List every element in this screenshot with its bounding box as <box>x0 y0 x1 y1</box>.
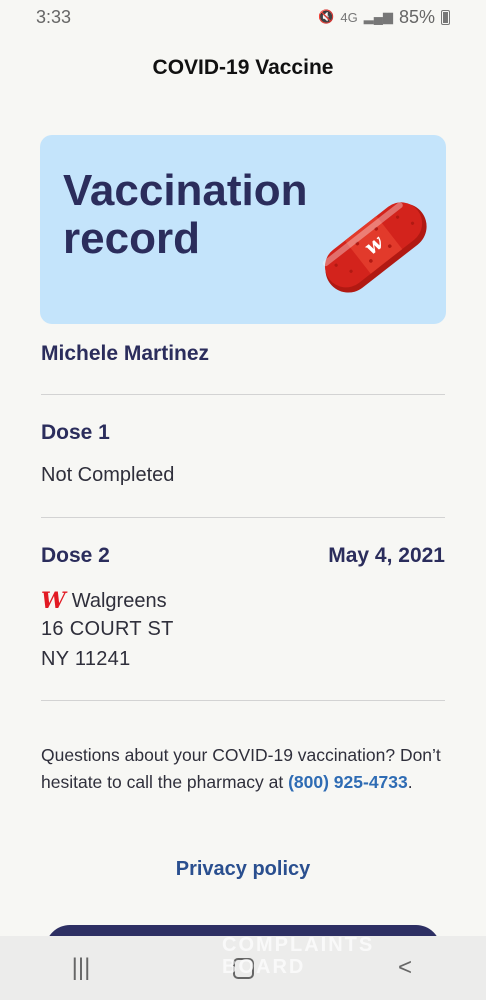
network-label: 4G <box>340 9 358 25</box>
battery-percent: 85% <box>398 6 435 27</box>
pharmacy-name: Walgreens <box>71 589 167 612</box>
signal-icon: ▂▄▆ <box>363 9 393 24</box>
bandage-icon: w <box>322 202 427 293</box>
recent-apps-button[interactable]: ||| <box>51 954 111 982</box>
address-line-2: NY 11241 <box>41 648 131 670</box>
dose-2-label: Dose 2 <box>41 544 110 567</box>
status-bar: 3:33 🔇 4G ▂▄▆ 85% <box>0 0 486 34</box>
watermark-line-1: COMPLAINTS <box>222 934 375 956</box>
patient-name: Michele Martinez <box>41 342 210 365</box>
questions-period: . <box>407 772 413 792</box>
status-icons: 🔇 4G ▂▄▆ 85% <box>318 7 450 28</box>
vaccination-record-banner: Vaccination record w <box>40 135 446 324</box>
divider <box>41 700 445 701</box>
dose-1-status: Not Completed <box>41 464 175 486</box>
watermark-line-2: BOARD <box>222 956 306 978</box>
banner-title: Vaccination record <box>63 167 343 263</box>
pharmacy-phone-link[interactable]: (800) 925-4733 <box>288 772 408 792</box>
divider <box>41 394 445 395</box>
privacy-policy-link[interactable]: Privacy policy <box>0 858 486 881</box>
page-title: COVID-19 Vaccine <box>152 56 334 79</box>
watermark: COMPLAINTS BOARD <box>222 934 452 980</box>
walgreens-logo-icon: W <box>41 588 66 614</box>
address-line-1: 16 COURT ST <box>41 618 174 640</box>
mute-icon: 🔇 <box>318 9 335 24</box>
dose-2-date: May 4, 2021 <box>328 544 445 567</box>
status-time: 3:33 <box>36 6 72 27</box>
pharmacy-row: W Walgreens <box>41 588 167 614</box>
divider <box>41 517 445 518</box>
battery-icon <box>441 9 450 25</box>
banner-title-line2: record <box>63 214 200 263</box>
pharmacy-contact-text: Questions about your COVID-19 vaccinatio… <box>41 742 441 796</box>
banner-title-line1: Vaccination <box>63 166 308 215</box>
dose-1-label: Dose 1 <box>41 421 110 444</box>
